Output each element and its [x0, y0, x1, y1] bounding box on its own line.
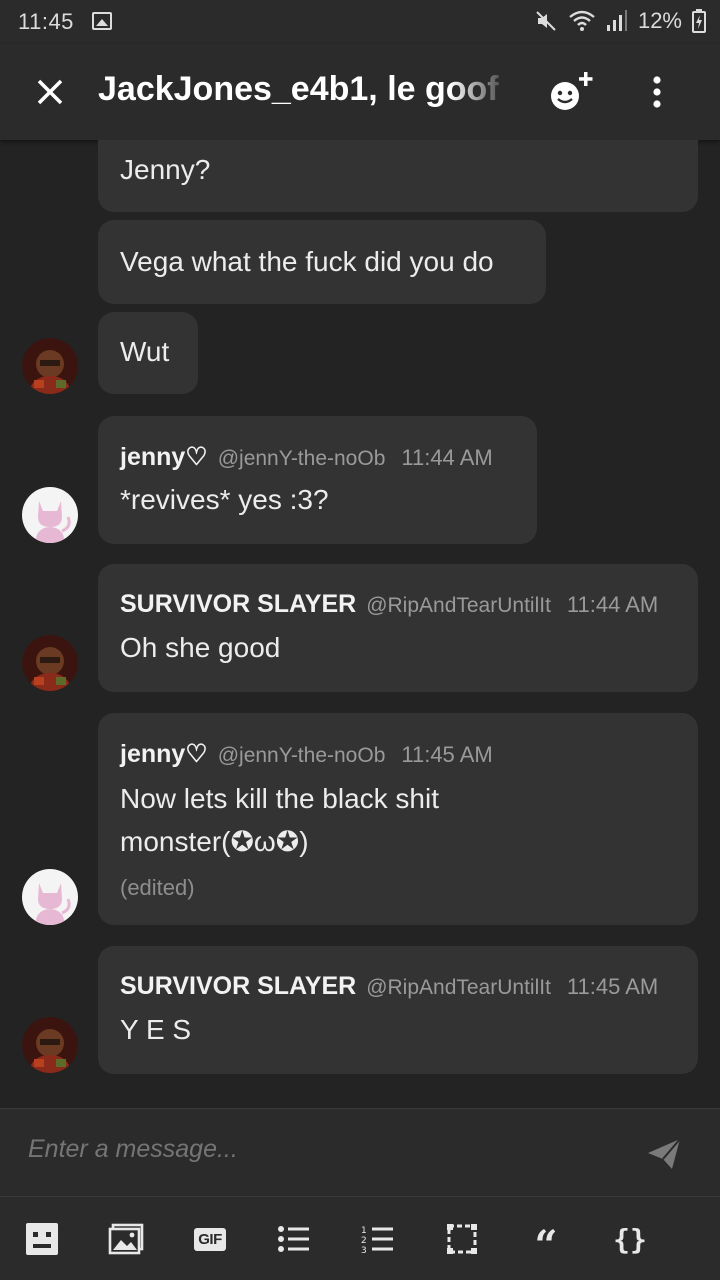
avatar[interactable]	[22, 1017, 78, 1073]
close-button[interactable]	[28, 70, 72, 114]
emoji-icon	[26, 1223, 58, 1255]
battery-charging-icon	[692, 9, 706, 33]
gallery-notification-icon	[92, 12, 112, 30]
message-bubble[interactable]: jenny♡ @jennY-the-noOb 11:45 AM Now lets…	[98, 713, 698, 925]
avatar[interactable]	[22, 869, 78, 925]
message-text: Wut	[120, 336, 170, 367]
message-text: *revives* yes :3?	[120, 484, 329, 515]
emoji-button[interactable]	[22, 1221, 62, 1257]
message-bubble[interactable]: SURVIVOR SLAYER @RipAndTearUntilIt 11:45…	[98, 946, 698, 1074]
send-button[interactable]	[646, 1137, 682, 1171]
timestamp: 11:45 AM	[566, 974, 659, 999]
timestamp: 11:45 AM	[401, 742, 493, 767]
author-handle: @RipAndTearUntilIt	[366, 594, 551, 617]
status-icons: 12%	[534, 8, 706, 34]
author-name[interactable]: SURVIVOR SLAYER	[120, 972, 356, 1001]
mute-icon	[536, 11, 556, 31]
svg-text:2: 2	[361, 1236, 367, 1246]
image-button[interactable]	[106, 1221, 146, 1257]
avatar[interactable]	[22, 635, 78, 691]
wifi-icon	[569, 10, 595, 31]
doom-avatar-icon	[22, 635, 78, 691]
code-icon: {}	[613, 1222, 647, 1256]
bullet-list-button[interactable]	[274, 1221, 314, 1257]
message-bubble[interactable]: Jenny?	[98, 140, 698, 212]
message-text: Y E S	[120, 1014, 192, 1045]
status-time: 11:45	[18, 9, 74, 34]
message-composer	[0, 1108, 720, 1196]
message-meta: SURVIVOR SLAYER @RipAndTearUntilIt 11:44…	[120, 590, 658, 619]
author-name[interactable]: SURVIVOR SLAYER	[120, 590, 356, 619]
avatar[interactable]	[22, 487, 78, 543]
bullet-list-icon	[278, 1226, 309, 1252]
message-input[interactable]	[28, 1135, 588, 1164]
spoiler-button[interactable]	[442, 1221, 482, 1257]
timestamp: 11:44 AM	[566, 592, 659, 617]
close-icon	[37, 79, 63, 105]
author-handle: @jennY-the-noOb	[217, 447, 386, 470]
message-list[interactable]: Jenny? Vega what the fuck did you do Wut…	[0, 140, 720, 1108]
timestamp: 11:44 AM	[401, 445, 493, 470]
message-bubble[interactable]: jenny♡ @jennY-the-noOb 11:44 AM *revives…	[98, 416, 537, 544]
message-meta: jenny♡ @jennY-the-noOb 11:44 AM	[120, 442, 493, 472]
send-icon	[648, 1138, 681, 1169]
svg-text:1: 1	[361, 1226, 367, 1236]
message-bubble[interactable]: SURVIVOR SLAYER @RipAndTearUntilIt 11:44…	[98, 564, 698, 692]
code-button[interactable]: {}	[610, 1221, 650, 1257]
avatar[interactable]	[22, 338, 78, 394]
quote-button[interactable]: “	[526, 1221, 566, 1266]
spoiler-box-icon	[447, 1224, 477, 1254]
message-text: Vega what the fuck did you do	[120, 246, 494, 277]
message-bubble[interactable]: Wut	[98, 312, 198, 394]
message-text: Oh she good	[120, 632, 281, 663]
more-vert-icon	[653, 76, 661, 108]
numbered-list-button[interactable]: 1 2 3	[358, 1221, 398, 1257]
edited-label: (edited)	[120, 875, 195, 900]
doom-avatar-icon	[22, 338, 78, 394]
message-text: Jenny?	[120, 154, 211, 185]
message-bubble[interactable]: Vega what the fuck did you do	[98, 220, 546, 304]
message-meta: jenny♡ @jennY-the-noOb 11:45 AM	[120, 739, 493, 769]
add-member-button[interactable]	[546, 70, 598, 114]
status-bar: 11:45 12%	[0, 0, 720, 44]
add-emoji-icon	[551, 72, 593, 110]
format-toolbar: GIF 1 2 3 “ {}	[0, 1196, 720, 1280]
gif-icon: GIF	[194, 1227, 226, 1251]
gif-button[interactable]: GIF	[190, 1221, 230, 1257]
cat-avatar-icon	[22, 869, 78, 925]
image-icon	[108, 1223, 144, 1255]
message-text: monster(✪ω✪)	[120, 826, 309, 857]
chat-title: JackJones_e4b1, le goof	[98, 70, 499, 108]
author-handle: @jennY-the-noOb	[217, 744, 386, 767]
signal-icon	[606, 10, 627, 31]
cat-avatar-icon	[22, 487, 78, 543]
quote-icon: “	[534, 1222, 558, 1269]
numbered-list-icon: 1 2 3	[361, 1226, 393, 1254]
svg-text:3: 3	[361, 1246, 367, 1254]
message-text: Now lets kill the black shit	[120, 783, 440, 814]
author-name[interactable]: jenny♡	[120, 442, 208, 472]
doom-avatar-icon	[22, 1017, 78, 1073]
more-options-button[interactable]	[636, 68, 678, 116]
author-handle: @RipAndTearUntilIt	[366, 976, 551, 999]
message-meta: SURVIVOR SLAYER @RipAndTearUntilIt 11:45…	[120, 972, 658, 1001]
app-bar: JackJones_e4b1, le goof	[0, 44, 720, 140]
battery-level: 12%	[637, 8, 682, 33]
author-name[interactable]: jenny♡	[120, 739, 208, 769]
